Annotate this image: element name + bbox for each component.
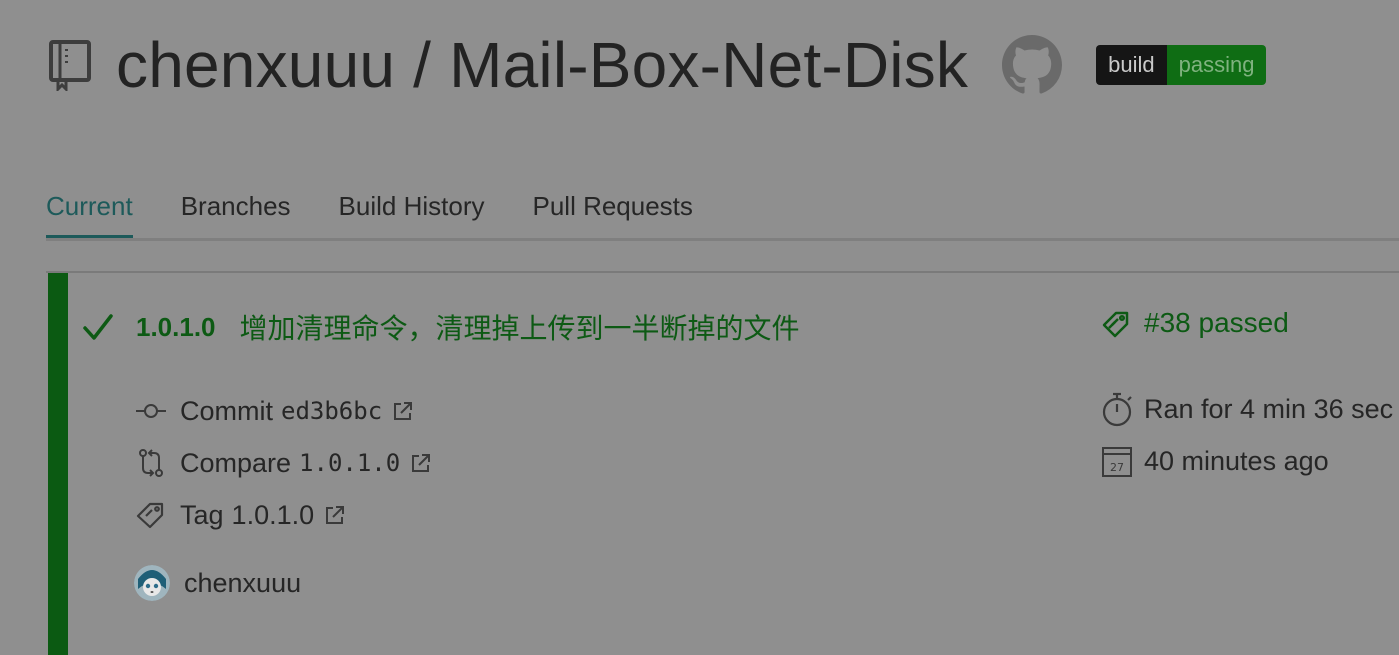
repo-icon <box>46 37 94 93</box>
commit-label: Commit <box>180 395 273 426</box>
tag-icon <box>134 498 168 532</box>
badge-value: passing <box>1166 45 1267 85</box>
build-status-text: #38 passed <box>1144 307 1289 338</box>
repo-title[interactable]: chenxuuu / Mail-Box-Net-Disk <box>116 28 968 102</box>
repo-header: chenxuuu / Mail-Box-Net-Disk build passi… <box>46 20 1267 110</box>
commit-row: Commit ed3b6bc <box>134 385 432 437</box>
calendar-day: 27 <box>1110 461 1124 474</box>
github-icon[interactable] <box>1002 35 1063 95</box>
author-name: chenxuuu <box>184 567 302 598</box>
build-number-status[interactable]: #38 passed <box>1100 307 1289 339</box>
build-timing: Ran for 4 min 36 sec 27 40 minutes ago <box>1100 383 1393 487</box>
commit-icon <box>134 394 168 428</box>
status-stripe <box>48 273 68 655</box>
build-status-badge[interactable]: build passing <box>1096 45 1267 85</box>
tab-pull-requests[interactable]: Pull Requests <box>532 178 692 235</box>
compare-label: Compare <box>180 447 292 478</box>
commit-message: 增加清理命令，清理掉上传到一半断掉的文件 <box>239 313 800 344</box>
compare-row: Compare 1.0.1.0 <box>134 437 432 489</box>
compare-link[interactable]: 1.0.1.0 <box>299 449 400 477</box>
tab-build-history[interactable]: Build History <box>339 178 485 235</box>
tag-link[interactable]: 1.0.1.0 <box>232 500 315 531</box>
check-icon <box>83 314 113 340</box>
build-duration: Ran for 4 min 36 sec <box>1144 393 1394 424</box>
compare-icon <box>134 446 168 480</box>
calendar-icon: 27 <box>1102 447 1132 477</box>
build-card: 1.0.1.0 增加清理命令，清理掉上传到一半断掉的文件 #38 passed … <box>46 271 1399 655</box>
build-summary: 1.0.1.0 增加清理命令，清理掉上传到一半断掉的文件 <box>82 307 800 347</box>
author-row[interactable]: chenxuuu <box>134 565 301 601</box>
tab-bar: Current Branches Build History Pull Requ… <box>46 178 1399 241</box>
duration-row: Ran for 4 min 36 sec <box>1100 383 1393 435</box>
avatar <box>134 565 170 601</box>
external-link-icon[interactable] <box>324 504 346 526</box>
finished-time: 40 minutes ago <box>1144 445 1329 476</box>
build-version[interactable]: 1.0.1.0 <box>136 312 216 343</box>
badge-label: build <box>1096 45 1167 85</box>
external-link-icon[interactable] <box>392 400 414 422</box>
stopwatch-icon <box>1102 392 1132 427</box>
build-meta: Commit ed3b6bc Compare 1.0.1.0 Tag 1.0.1… <box>134 385 432 541</box>
finished-row: 27 40 minutes ago <box>1100 435 1393 487</box>
tag-row: Tag 1.0.1.0 <box>134 489 432 541</box>
tab-current[interactable]: Current <box>46 178 133 238</box>
tag-icon <box>1102 311 1129 338</box>
tab-branches[interactable]: Branches <box>181 178 291 235</box>
external-link-icon[interactable] <box>410 452 432 474</box>
tag-label: Tag <box>180 499 224 530</box>
commit-hash-link[interactable]: ed3b6bc <box>281 397 382 425</box>
